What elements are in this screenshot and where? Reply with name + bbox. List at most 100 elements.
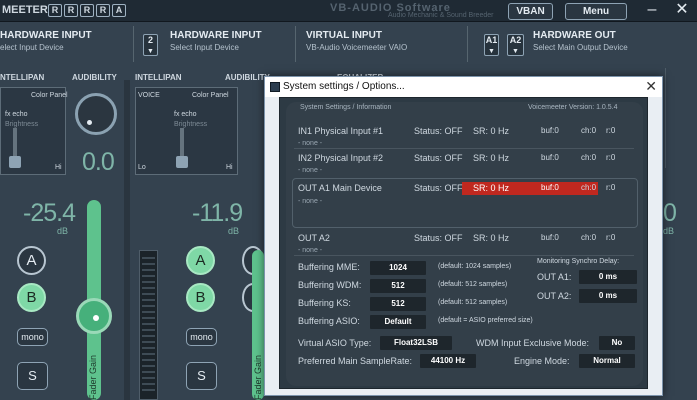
chevron-down-icon: ▼ (512, 48, 519, 55)
hi-label: Hi (55, 164, 62, 171)
close-window-icon[interactable]: ✕ (670, 1, 694, 21)
asio-type-label: Virtual ASIO Type: (298, 338, 372, 348)
meter-segment (142, 329, 155, 331)
vban-button[interactable]: VBAN (508, 3, 553, 20)
minimize-icon[interactable]: – (640, 1, 664, 21)
intellipan-panel[interactable]: VOICE Color Panel fx echo Brightness Lo … (135, 87, 238, 175)
solo-button[interactable]: S (186, 362, 217, 390)
app-title: MEETER (2, 4, 48, 16)
pan-slider-handle[interactable] (176, 156, 188, 168)
db-label: dB (57, 226, 69, 236)
engine-mode-value[interactable]: Normal (579, 354, 635, 368)
dialog-titlebar[interactable]: System settings / Options... ✕ (265, 77, 662, 97)
device-r: r:0 (606, 126, 616, 135)
right-db-label: dB (663, 226, 675, 236)
virtual-input-title: VIRTUAL INPUT (306, 30, 382, 41)
hw-out-title: HARDWARE OUT (533, 30, 616, 41)
meter-segment (142, 377, 155, 379)
wdm-exclusive-value[interactable]: No (599, 336, 635, 350)
bus-a-button[interactable]: A (186, 246, 215, 275)
pan-slider-handle[interactable] (9, 156, 21, 168)
buffering-wdm-default: (default: 512 samples) (438, 281, 508, 288)
device-samplerate: SR: 0 Hz (473, 233, 510, 243)
menu-button[interactable]: Menu (565, 3, 627, 20)
header-divider (467, 26, 468, 62)
out-a2-delay-value[interactable]: 0 ms (579, 289, 637, 303)
voice-label: VOICE (138, 92, 160, 99)
audibility-label: AUDIBILITY (72, 73, 117, 82)
buffering-mme-default: (default: 1024 samples) (438, 263, 512, 270)
a2-selector[interactable]: A2 ▼ (507, 34, 524, 56)
buffering-wdm-value[interactable]: 512 (370, 279, 426, 293)
meter-segment (142, 311, 155, 313)
device-none: - none - (298, 198, 323, 205)
gain-value: -25.4 (23, 199, 76, 227)
meter-segment (142, 293, 155, 295)
device-none: - none - (298, 140, 323, 147)
r-box-2: R (64, 4, 78, 17)
buffering-asio-label: Buffering ASIO: (298, 316, 360, 326)
device-buffer: buf:0 (541, 153, 559, 162)
chevron-down-icon: ▼ (147, 48, 154, 55)
fx-echo-label: fx echo (174, 111, 197, 118)
mono-button[interactable]: mono (186, 328, 217, 346)
device-status: Status: OFF (414, 153, 463, 163)
color-panel-label: Color Panel (31, 92, 68, 99)
fader-gain-label: Fader Gain (88, 354, 98, 400)
bus-b-button[interactable]: B (186, 283, 215, 312)
meter-segment (142, 389, 155, 391)
engine-mode-label: Engine Mode: (514, 356, 570, 366)
intellipan-label: INTELLIPAN (135, 73, 182, 82)
buffering-asio-value[interactable]: Default (370, 315, 426, 329)
monitoring-title: Monitoring Synchro Delay: (537, 258, 620, 265)
device-channels: ch:0 (581, 183, 597, 192)
wdm-exclusive-label: WDM Input Exclusive Mode: (476, 338, 590, 348)
dialog-close-icon[interactable]: ✕ (645, 78, 657, 95)
knob-indicator (87, 120, 92, 125)
device-samplerate: SR: 0 Hz (473, 126, 510, 136)
hw-input-1-header[interactable]: HARDWARE INPUT elect Input Device (0, 24, 130, 64)
bus-a-button[interactable]: A (17, 246, 46, 275)
device-name: OUT A2 (298, 233, 330, 243)
out-a1-delay-value[interactable]: 0 ms (579, 270, 637, 284)
buffering-mme-value[interactable]: 1024 (370, 261, 426, 275)
hw-input-2-subtitle: Select Input Device (170, 43, 239, 52)
row-divider (294, 255, 634, 256)
virtual-input-subtitle: VB-Audio Voicemeeter VAIO (306, 43, 408, 52)
a-box: A (112, 4, 126, 17)
brightness-label: Brightness (174, 121, 208, 128)
fx-echo-label: fx echo (5, 111, 28, 118)
db-label: dB (228, 226, 240, 236)
asio-type-value[interactable]: Float32LSB (380, 336, 452, 350)
solo-button[interactable]: S (17, 362, 48, 390)
right-gain-value: 0 (663, 199, 677, 227)
brightness-label: Brightness (5, 121, 39, 128)
device-channels: ch:0 (581, 233, 597, 242)
device-status: Status: OFF (414, 126, 463, 136)
intellipan-panel[interactable]: Color Panel fx echo Brightness Hi (0, 87, 68, 175)
audibility-knob[interactable] (75, 93, 117, 135)
buffering-ks-value[interactable]: 512 (370, 297, 426, 311)
samplerate-value[interactable]: 44100 Hz (420, 354, 476, 368)
title-bar: MEETER R R R R A VB-AUDIO Software Audio… (0, 0, 697, 22)
row-divider (294, 148, 634, 149)
a1-selector[interactable]: A1 ▼ (484, 34, 499, 56)
intellipan-label: NTELLIPAN (0, 73, 45, 82)
hw-input-1-subtitle: elect Input Device (0, 43, 64, 52)
fader-knob-dot (93, 315, 99, 321)
hw-input-2-header[interactable]: HARDWARE INPUT Select Input Device (170, 24, 290, 64)
meter-segment (142, 281, 155, 283)
system-settings-dialog[interactable]: System settings / Options... ✕ System Se… (264, 76, 663, 396)
meter-segment (142, 257, 155, 259)
device-none: - none - (298, 167, 323, 174)
header-divider (295, 26, 296, 62)
mono-button[interactable]: mono (17, 328, 48, 346)
bus-b-button[interactable]: B (17, 283, 46, 312)
meter-segment (142, 359, 155, 361)
buffering-ks-default: (default: 512 samples) (438, 299, 508, 306)
fader-knob[interactable] (76, 298, 112, 334)
hw-input-2-selector[interactable]: 2 ▼ (143, 34, 158, 56)
app-icon (270, 82, 280, 92)
device-buffer: buf:0 (541, 126, 559, 135)
device-r: r:0 (606, 183, 616, 192)
